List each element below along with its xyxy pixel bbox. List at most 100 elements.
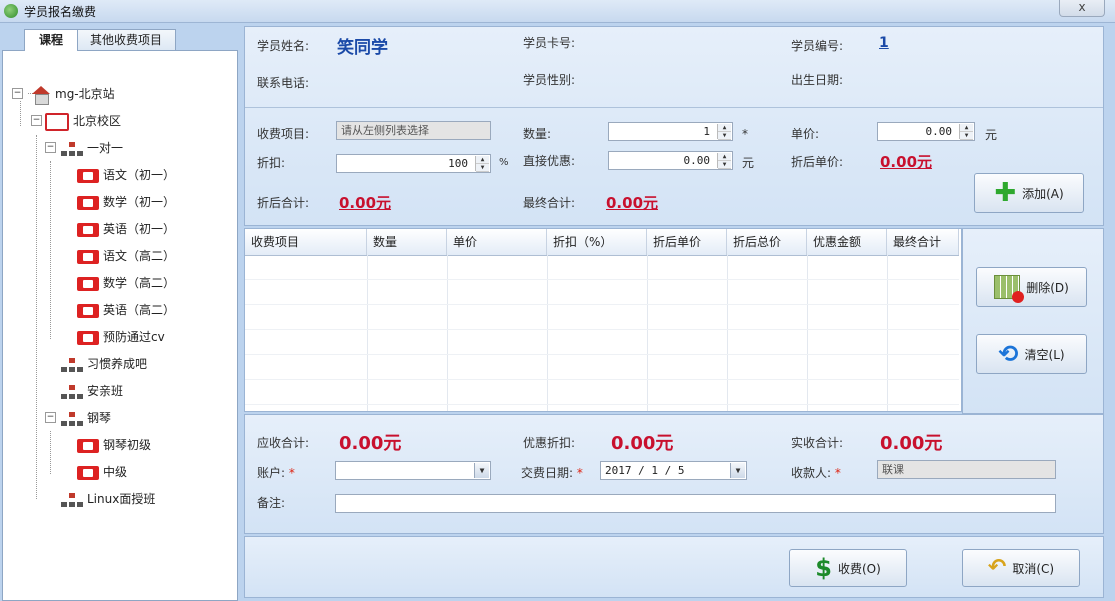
column-header[interactable]: 单价	[447, 229, 547, 255]
payee-label: 收款人: *	[791, 466, 841, 480]
discount-unit: %	[499, 157, 509, 168]
discount-value: 100	[448, 157, 468, 170]
discounted-price-value: 0.00元	[880, 153, 933, 171]
tree-group[interactable]: 安亲班	[61, 382, 123, 400]
tab-other-fees[interactable]: 其他收费项目	[76, 29, 176, 50]
tree-course-item[interactable]: 英语（高二）	[77, 301, 175, 319]
tree-campus[interactable]: 北京校区	[45, 112, 122, 131]
tree-root[interactable]: mg-北京站	[31, 85, 115, 105]
price-unit: 元	[985, 128, 998, 142]
course-icon	[77, 249, 99, 264]
tree-course-item[interactable]: 数学（初一）	[77, 193, 175, 211]
tree-group-label: 安亲班	[87, 384, 124, 398]
column-header[interactable]: 折后总价	[727, 229, 807, 255]
discount-stepper[interactable]: 100 ▲ ▼	[336, 154, 491, 173]
column-header[interactable]: 折扣（%）	[547, 229, 647, 255]
payment-date-value: 2017 / 1 / 5	[605, 464, 685, 477]
close-button[interactable]: x	[1059, 0, 1105, 17]
tree-course-item[interactable]: 语文（初一）	[77, 166, 175, 184]
student-fee-panel: 学员姓名: 笑同学 学员卡号: 学员编号: 1 联系电话: 学员性别: 出生日期…	[244, 26, 1104, 226]
fee-item-field[interactable]: 请从左侧列表选择	[336, 121, 491, 140]
course-icon	[77, 330, 99, 345]
delete-button-label: 删除(D)	[1026, 280, 1069, 295]
price-value: 0.00	[925, 125, 953, 138]
tab-course[interactable]: 课程	[24, 29, 78, 51]
direct-discount-stepper[interactable]: 0.00 ▲ ▼	[608, 151, 733, 170]
column-header[interactable]: 收费项目	[245, 229, 367, 255]
tree-course-label: 数学（高二）	[103, 276, 176, 290]
tree-course-item[interactable]: 钢琴初级	[77, 436, 151, 454]
column-header[interactable]: 折后单价	[647, 229, 727, 255]
column-header[interactable]: 最终合计	[887, 229, 959, 255]
direct-discount-spin[interactable]: ▲ ▼	[717, 153, 731, 169]
tree-group[interactable]: 钢琴	[61, 409, 111, 427]
calendar-dropdown-icon[interactable]: ▼	[730, 463, 745, 478]
org-icon	[61, 384, 83, 399]
direct-discount-value: 0.00	[683, 154, 711, 167]
tree-group-label: 钢琴	[87, 411, 112, 425]
phone-label: 联系电话:	[257, 76, 310, 90]
actual-received-value: 0.00元	[880, 433, 943, 454]
column-header[interactable]: 数量	[367, 229, 447, 255]
expand-toggle-campus[interactable]: −	[31, 115, 42, 126]
fee-items-table[interactable]: 收费项目 数量 单价 折扣（%） 折后单价 折后总价 优惠金额 最终合计	[244, 228, 962, 412]
course-icon	[77, 303, 99, 318]
course-icon	[77, 168, 99, 183]
discount-sum-label: 优惠折扣:	[523, 436, 576, 450]
delete-button[interactable]: 删除(D)	[976, 267, 1087, 307]
price-spin[interactable]: ▲ ▼	[959, 124, 973, 140]
quantity-stepper[interactable]: 1 ▲ ▼	[608, 122, 733, 141]
add-button-label: 添加(A)	[1022, 186, 1064, 201]
dollar-icon: $	[815, 554, 832, 582]
undo-arrow-icon: ↶	[987, 555, 1007, 580]
tree-course-item[interactable]: 语文（高二）	[77, 247, 175, 265]
plus-icon: ✚	[994, 178, 1017, 208]
org-icon	[61, 357, 83, 372]
tree-campus-label: 北京校区	[73, 114, 122, 128]
account-select[interactable]: ▼	[335, 461, 491, 480]
course-tree[interactable]: − mg-北京站 − 北京校区 − 一对一 语文（初一） 数学（初一） 英语（初…	[2, 50, 238, 601]
payee-field[interactable]: 联课	[877, 460, 1056, 479]
amount-due-value: 0.00元	[339, 433, 402, 454]
charge-button[interactable]: $ 收费(O)	[789, 549, 907, 587]
tree-group[interactable]: 习惯养成吧	[61, 355, 147, 373]
tree-course-label: 中级	[103, 465, 128, 479]
title-bar: 学员报名缴费 x	[0, 0, 1115, 23]
quantity-label: 数量:	[523, 127, 552, 141]
tree-course-item[interactable]: 英语（初一）	[77, 220, 175, 238]
remark-input[interactable]	[335, 494, 1056, 513]
table-header: 收费项目 数量 单价 折扣（%） 折后单价 折后总价 优惠金额 最终合计	[245, 229, 959, 256]
clear-button[interactable]: ⟲ 清空(L)	[976, 334, 1087, 374]
home-icon	[31, 85, 51, 105]
quantity-spin[interactable]: ▲ ▼	[717, 124, 731, 140]
discounted-total-value: 0.00元	[339, 194, 392, 212]
add-button[interactable]: ✚ 添加(A)	[974, 173, 1084, 213]
tree-group[interactable]: 一对一	[61, 139, 123, 157]
expand-toggle-group[interactable]: −	[45, 142, 56, 153]
discount-spin[interactable]: ▲ ▼	[475, 156, 489, 172]
tree-course-label: 英语（初一）	[103, 222, 176, 236]
org-icon	[61, 492, 83, 507]
tree-group[interactable]: Linux面授班	[61, 490, 155, 508]
expand-toggle-group[interactable]: −	[45, 412, 56, 423]
tree-course-label: 钢琴初级	[103, 438, 152, 452]
expand-toggle-root[interactable]: −	[12, 88, 23, 99]
tree-course-item[interactable]: 中级	[77, 463, 127, 481]
course-icon	[77, 276, 99, 291]
price-stepper[interactable]: 0.00 ▲ ▼	[877, 122, 975, 141]
chevron-down-icon[interactable]: ▼	[474, 463, 489, 478]
action-bar: $ 收费(O) ↶ 取消(C)	[244, 536, 1104, 598]
tree-course-item[interactable]: 预防通过cv	[77, 328, 165, 346]
column-header[interactable]: 优惠金额	[807, 229, 887, 255]
tree-course-label: 语文（初一）	[103, 168, 176, 182]
direct-discount-label: 直接优惠:	[523, 154, 576, 168]
fee-item-label: 收费项目:	[257, 127, 310, 141]
cancel-button[interactable]: ↶ 取消(C)	[962, 549, 1080, 587]
tree-course-item[interactable]: 数学（高二）	[77, 274, 175, 292]
actual-received-label: 实收合计:	[791, 436, 844, 450]
quantity-value: 1	[703, 125, 710, 138]
tree-course-label: 预防通过cv	[103, 330, 165, 344]
window-title: 学员报名缴费	[24, 5, 97, 19]
student-card-label: 学员卡号:	[523, 36, 576, 50]
payment-date-picker[interactable]: 2017 / 1 / 5 ▼	[600, 461, 747, 480]
